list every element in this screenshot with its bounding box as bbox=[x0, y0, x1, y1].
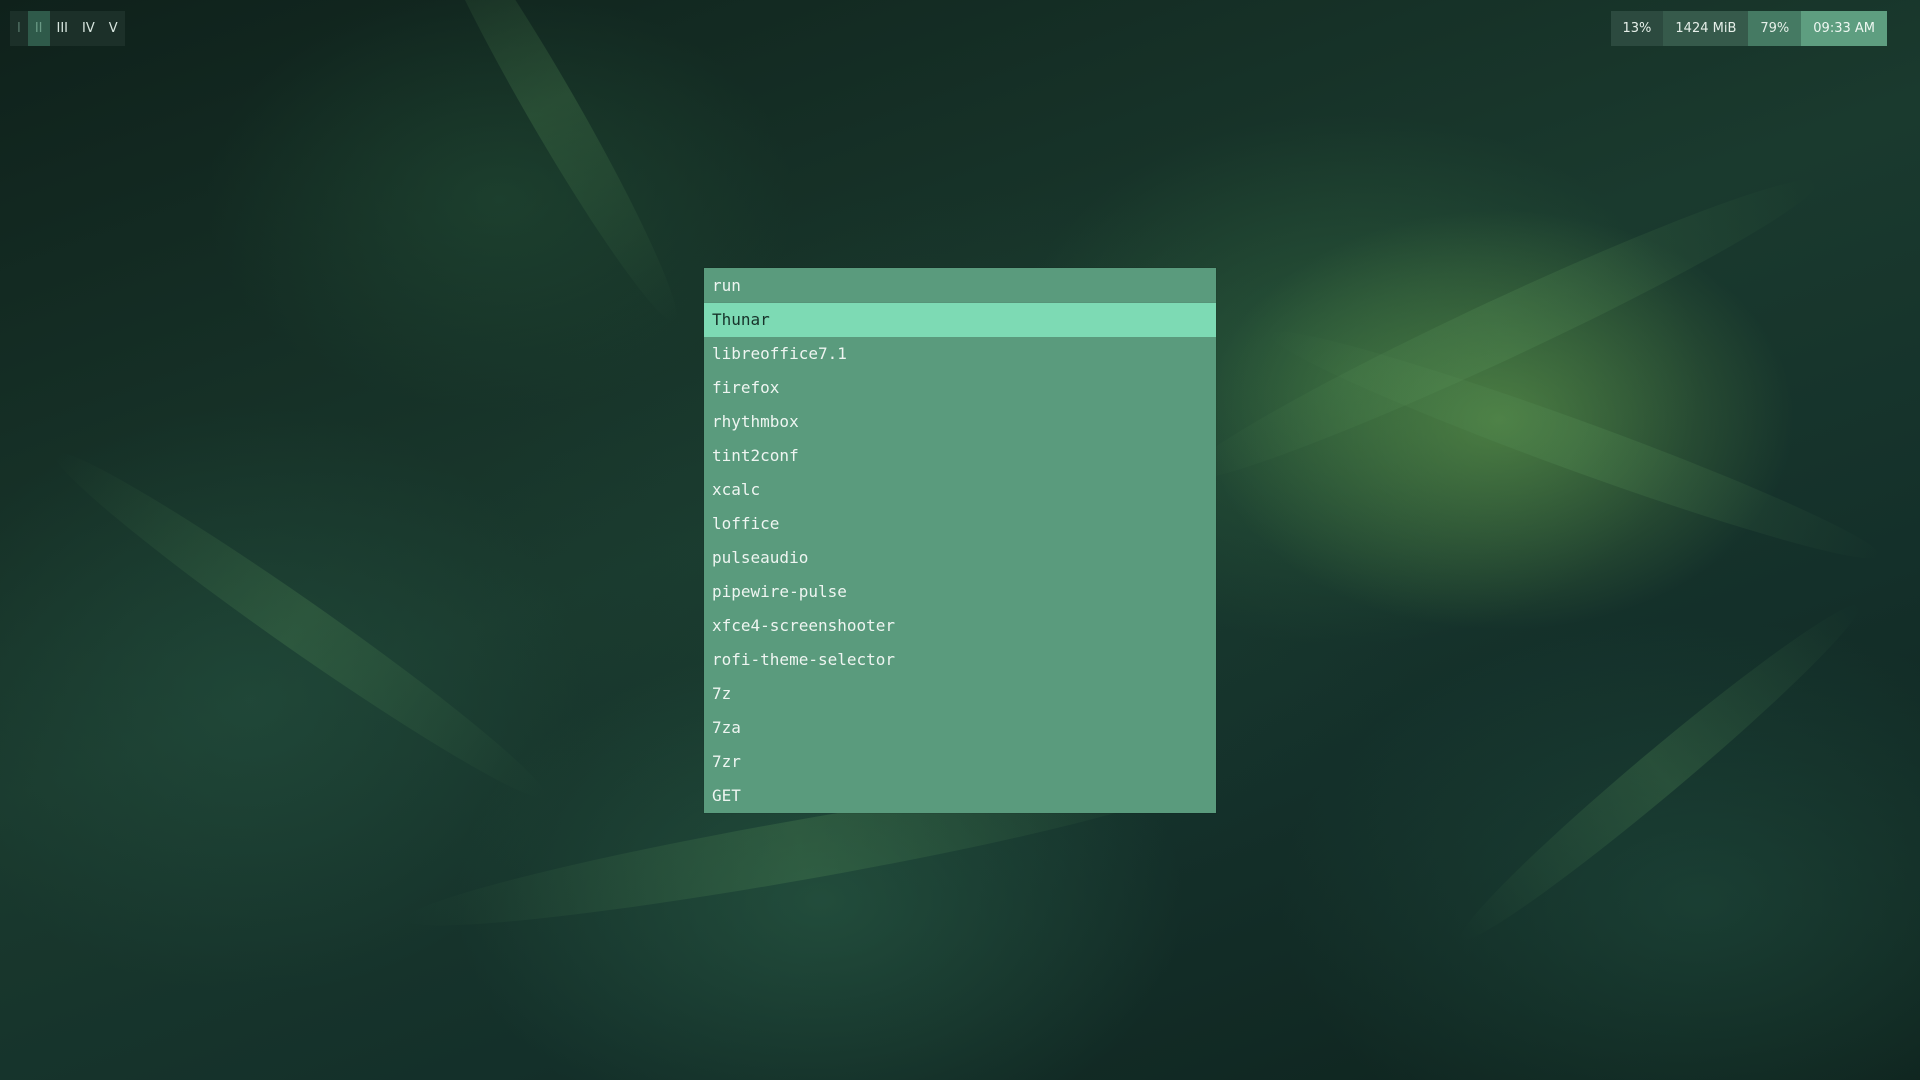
cpu-usage: 13% bbox=[1610, 11, 1664, 46]
launcher-item[interactable]: rhythmbox bbox=[704, 405, 1216, 439]
launcher-item[interactable]: pulseaudio bbox=[704, 541, 1216, 575]
launcher-item[interactable]: Thunar bbox=[704, 303, 1216, 337]
launcher-item[interactable]: rofi-theme-selector bbox=[704, 643, 1216, 677]
fern-leaf-decoration bbox=[403, 0, 697, 335]
launcher-prompt: run bbox=[712, 275, 741, 295]
launcher-item[interactable]: loffice bbox=[704, 507, 1216, 541]
launcher-item[interactable]: tint2conf bbox=[704, 439, 1216, 473]
status-bar: 13% 1424 MiB 79% 09:33 AM bbox=[1610, 11, 1887, 46]
workspace-2[interactable]: II bbox=[27, 11, 50, 46]
run-launcher: run Thunar libreoffice7.1 firefox rhythmbox… bbox=[704, 268, 1216, 813]
launcher-item[interactable]: 7z bbox=[704, 677, 1216, 711]
launcher-prompt-row: run bbox=[704, 268, 1216, 303]
launcher-item[interactable]: xcalc bbox=[704, 473, 1216, 507]
memory-usage: 1424 MiB bbox=[1663, 11, 1749, 46]
launcher-item[interactable]: firefox bbox=[704, 371, 1216, 405]
launcher-item[interactable]: xfce4-screenshooter bbox=[704, 609, 1216, 643]
workspace-4[interactable]: IV bbox=[75, 11, 102, 46]
launcher-results-list: Thunar libreoffice7.1 firefox rhythmbox tint… bbox=[704, 303, 1216, 813]
battery-level: 79% bbox=[1748, 11, 1802, 46]
fern-leaf-decoration bbox=[39, 432, 561, 818]
launcher-search-input[interactable] bbox=[750, 275, 1208, 295]
fern-leaf-decoration bbox=[1446, 588, 1874, 957]
workspace-switcher: I II III IV V bbox=[10, 11, 125, 46]
launcher-item[interactable]: 7zr bbox=[704, 745, 1216, 779]
workspace-5[interactable]: V bbox=[102, 11, 125, 46]
launcher-item[interactable]: libreoffice7.1 bbox=[704, 337, 1216, 371]
fern-leaf-decoration bbox=[1261, 310, 1889, 580]
launcher-item[interactable]: 7za bbox=[704, 711, 1216, 745]
launcher-item[interactable]: GET bbox=[704, 779, 1216, 813]
workspace-3[interactable]: III bbox=[50, 11, 76, 46]
launcher-item[interactable]: pipewire-pulse bbox=[704, 575, 1216, 609]
clock[interactable]: 09:33 AM bbox=[1801, 11, 1887, 46]
workspace-1[interactable]: I bbox=[10, 11, 28, 46]
fern-leaf-decoration bbox=[1170, 154, 1830, 506]
